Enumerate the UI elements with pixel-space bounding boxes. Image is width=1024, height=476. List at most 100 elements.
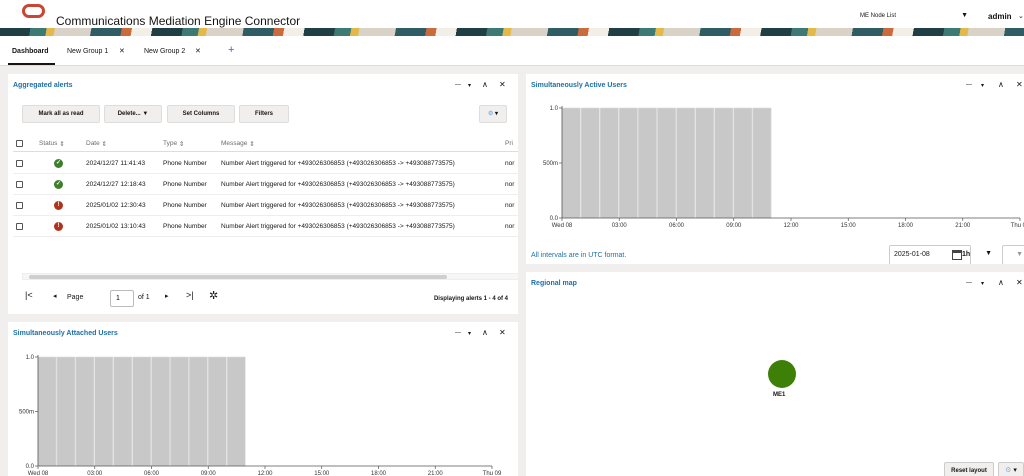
filters-button[interactable]: Filters [239, 105, 289, 123]
table-header: Status ⇕ Date ⇕ Type ⇕ Message ⇕ Pri [13, 136, 518, 152]
aggregated-alerts-panel: Aggregated alerts — ▾ ∧ ✕ Mark all as re… [8, 74, 518, 314]
scrollbar-thumb[interactable] [29, 275, 447, 279]
chevron-down-icon: ▾ [495, 111, 499, 117]
map-node-label: ME1 [773, 392, 786, 398]
status-ok-icon: ✓ [54, 158, 63, 168]
close-icon[interactable]: ✕ [1016, 278, 1023, 287]
table-row[interactable]: ! 2025/01/02 12:30:43 Phone Number Numbe… [13, 195, 518, 216]
gear-icon: ⚙ [1005, 467, 1012, 474]
map-settings-button[interactable]: ⚙ ▾ [998, 462, 1024, 476]
table-row[interactable]: ✓ 2024/12/27 11:41:43 Phone Number Numbe… [13, 153, 518, 174]
chart-bar [561, 107, 581, 219]
table-row[interactable]: ! 2025/01/02 13:10:43 Phone Number Numbe… [13, 216, 518, 237]
utc-note: All intervals are in UTC format. [531, 252, 627, 259]
status-error-icon: ! [54, 195, 63, 215]
horizontal-scrollbar[interactable] [22, 273, 518, 280]
tab-bar: Dashboard New Group 1 ✕ New Group 2 ✕ + [0, 36, 1024, 66]
row-checkbox[interactable] [16, 174, 23, 194]
chart-bar [752, 107, 772, 219]
chart-bar [37, 356, 57, 467]
chevron-down-icon[interactable]: ▾ [981, 280, 984, 287]
alert-date: 2025/01/02 13:10:43 [86, 222, 146, 230]
column-header-date[interactable]: Date ⇕ [86, 136, 107, 151]
tab-dashboard[interactable]: Dashboard [12, 48, 49, 55]
tab-new-group-2[interactable]: New Group 2 [144, 48, 185, 55]
next-page-icon[interactable]: ▸ [165, 292, 169, 300]
row-checkbox[interactable] [16, 195, 23, 215]
alert-date: 2024/12/27 11:41:43 [86, 159, 146, 167]
chart-options-select[interactable]: ▼ [1002, 245, 1024, 264]
chevron-down-icon[interactable]: ▾ [468, 82, 471, 89]
y-tick-label: 500m [19, 410, 34, 416]
interval-value: 1h [962, 251, 971, 258]
minimize-icon[interactable]: — [455, 82, 461, 88]
first-page-icon[interactable]: |< [25, 290, 33, 300]
add-tab-icon[interactable]: + [228, 44, 234, 56]
refresh-icon[interactable]: ✲ [209, 289, 218, 302]
chart-bar [657, 107, 677, 219]
sort-icon: ⇕ [249, 140, 255, 148]
active-users-chart: 0.0 500m 1.0 Wed 08 03:00 06:00 09:00 12:00 15:0… [543, 106, 1024, 229]
alert-priority: nor [505, 180, 515, 188]
chart-bar [695, 107, 715, 219]
column-header-priority[interactable]: Pri [505, 136, 513, 151]
interval-select[interactable]: 1h ▼ [956, 245, 996, 264]
app-title: Communications Mediation Engine Connecto… [56, 14, 301, 28]
page-number-input[interactable] [110, 290, 134, 307]
close-icon[interactable]: ✕ [195, 47, 201, 55]
row-checkbox[interactable] [16, 153, 23, 173]
chart-bar [207, 356, 227, 467]
select-all-checkbox[interactable] [16, 136, 23, 151]
x-tick-label: 03:00 [87, 471, 103, 476]
x-tick-label: 09:00 [201, 471, 217, 476]
column-header-type[interactable]: Type ⇕ [163, 136, 184, 151]
alert-priority: nor [505, 159, 515, 167]
user-menu[interactable]: admin [988, 12, 1012, 21]
alert-message: Number Alert triggered for +493026306853… [221, 180, 455, 188]
chart-bar [638, 107, 657, 219]
table-row[interactable]: ✓ 2024/12/27 12:18:43 Phone Number Numbe… [13, 174, 518, 195]
y-tick-label: 0.0 [550, 216, 559, 222]
column-header-message[interactable]: Message ⇕ [221, 136, 255, 151]
set-columns-button[interactable]: Set Columns [167, 105, 235, 123]
chevron-up-icon[interactable]: ∧ [998, 278, 1004, 287]
sort-icon: ⇕ [101, 140, 107, 148]
settings-menu-button[interactable]: ⚙ ▾ [479, 105, 507, 123]
close-icon[interactable]: ✕ [119, 47, 125, 55]
x-tick-label: 15:00 [314, 471, 330, 476]
page-label: Page [67, 294, 84, 301]
y-tick-label: 1.0 [26, 355, 35, 361]
chart-bar [170, 356, 189, 467]
panel-title: Aggregated alerts [13, 82, 73, 89]
chart-bar [75, 356, 95, 467]
last-page-icon[interactable]: >| [186, 290, 194, 300]
close-icon[interactable]: ✕ [499, 80, 506, 89]
y-tick-label: 500m [543, 161, 558, 167]
chart-bar [189, 356, 208, 467]
tab-new-group-1[interactable]: New Group 1 [67, 48, 108, 55]
x-tick-label: 21:00 [428, 471, 444, 476]
me-node-list-select[interactable]: ME Node List ▼ [856, 10, 972, 26]
paging-status: Displaying alerts 1 - 4 of 4 [433, 296, 508, 302]
alert-type: Phone Number [163, 180, 207, 188]
sort-icon: ⇕ [59, 140, 65, 148]
y-tick-label: 1.0 [550, 106, 559, 112]
column-header-status[interactable]: Status ⇕ [39, 136, 65, 151]
chevron-down-icon[interactable]: ⌄ [1018, 12, 1024, 20]
alert-message: Number Alert triggered for +493026306853… [221, 159, 455, 167]
minimize-icon[interactable]: — [966, 280, 972, 286]
delete-button[interactable]: Delete... ▼ [104, 105, 162, 123]
delete-button-label: Delete... [117, 111, 141, 117]
mark-all-read-button[interactable]: Mark all as read [22, 105, 100, 123]
row-checkbox[interactable] [16, 216, 23, 236]
reset-layout-button[interactable]: Reset layout [944, 462, 994, 476]
x-tick-label: 06:00 [144, 471, 160, 476]
map-node-me1[interactable] [768, 360, 796, 388]
alert-type: Phone Number [163, 222, 207, 230]
chevron-down-icon: ▾ [1013, 467, 1017, 474]
previous-page-icon[interactable]: ◂ [53, 292, 57, 300]
x-tick-label: Thu 09 [483, 471, 502, 476]
chevron-up-icon[interactable]: ∧ [482, 80, 488, 89]
panel-title: Regional map [531, 280, 577, 287]
chart-bar [599, 107, 619, 219]
